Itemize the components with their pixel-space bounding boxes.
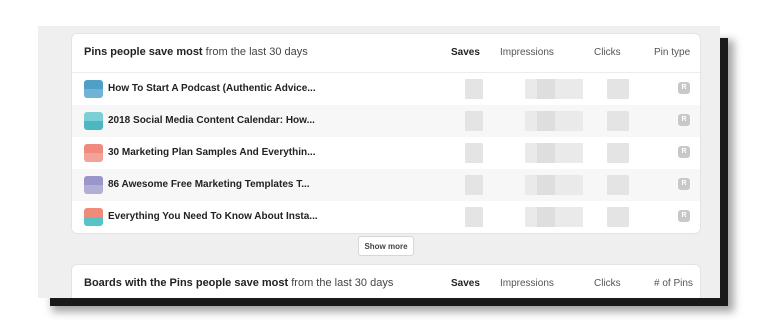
thumb-band-bottom (84, 185, 103, 194)
thumb-band-top (84, 80, 103, 89)
saves-value-redacted (465, 79, 483, 99)
column-saves[interactable]: Saves (451, 47, 480, 58)
saves-value-redacted (465, 143, 483, 163)
thumb-band-top (84, 144, 103, 153)
pin-title[interactable]: How To Start A Podcast (Authentic Advice… (108, 83, 316, 94)
pin-thumbnail (84, 112, 103, 130)
column-pins-count[interactable]: # of Pins (654, 278, 693, 289)
top-pins-card: Pins people save most from the last 30 d… (72, 34, 700, 233)
thumb-band-top (84, 208, 103, 217)
top-boards-card: Boards with the Pins people save most fr… (72, 265, 700, 298)
clicks-value-redacted (607, 207, 629, 227)
saves-value-redacted (465, 175, 483, 195)
top-boards-title: Boards with the Pins people save most fr… (84, 277, 393, 289)
thumb-band-bottom (84, 89, 103, 98)
pin-title[interactable]: 2018 Social Media Content Calendar: How.… (108, 115, 315, 126)
thumb-band-bottom (84, 217, 103, 226)
pin-thumbnail (84, 208, 103, 226)
impressions-value-redacted (525, 111, 583, 131)
thumb-band-bottom (84, 153, 103, 162)
pin-row[interactable]: Everything You Need To Know About Insta.… (72, 201, 700, 233)
column-pin-type[interactable]: Pin type (654, 47, 690, 58)
impressions-value-redacted (525, 175, 583, 195)
pin-title[interactable]: 30 Marketing Plan Samples And Everythin.… (108, 147, 315, 158)
pin-title[interactable]: 86 Awesome Free Marketing Templates T... (108, 179, 310, 190)
pin-type-badge: R (678, 210, 690, 222)
clicks-value-redacted (607, 111, 629, 131)
column-clicks[interactable]: Clicks (594, 278, 621, 289)
column-impressions[interactable]: Impressions (500, 278, 554, 289)
pin-type-badge: R (678, 146, 690, 158)
saves-value-redacted (465, 207, 483, 227)
column-clicks[interactable]: Clicks (594, 47, 621, 58)
top-pins-title-bold: Pins people save most (84, 46, 203, 58)
impressions-value-redacted (525, 143, 583, 163)
pin-row[interactable]: 86 Awesome Free Marketing Templates T...… (72, 169, 700, 201)
clicks-value-redacted (607, 79, 629, 99)
pin-type-badge: R (678, 82, 690, 94)
thumb-band-top (84, 112, 103, 121)
pin-row[interactable]: How To Start A Podcast (Authentic Advice… (72, 73, 700, 105)
thumb-band-bottom (84, 121, 103, 130)
pin-row[interactable]: 2018 Social Media Content Calendar: How.… (72, 105, 700, 137)
analytics-page: Pins people save most from the last 30 d… (38, 26, 720, 298)
pin-thumbnail (84, 80, 103, 98)
clicks-value-redacted (607, 143, 629, 163)
column-impressions[interactable]: Impressions (500, 47, 554, 58)
top-boards-title-bold: Boards with the Pins people save most (84, 277, 289, 289)
top-pins-title: Pins people save most from the last 30 d… (84, 46, 308, 58)
top-boards-title-rest: from the last 30 days (288, 277, 394, 289)
show-more-button[interactable]: Show more (358, 236, 414, 256)
pin-thumbnail (84, 176, 103, 194)
thumb-band-top (84, 176, 103, 185)
impressions-value-redacted (525, 207, 583, 227)
top-pins-header: Pins people save most from the last 30 d… (72, 34, 700, 73)
pin-thumbnail (84, 144, 103, 162)
pin-type-badge: R (678, 178, 690, 190)
saves-value-redacted (465, 111, 483, 131)
pin-title[interactable]: Everything You Need To Know About Insta.… (108, 211, 318, 222)
pin-row[interactable]: 30 Marketing Plan Samples And Everythin.… (72, 137, 700, 169)
pin-type-badge: R (678, 114, 690, 126)
column-saves[interactable]: Saves (451, 278, 480, 289)
top-pins-title-rest: from the last 30 days (202, 46, 308, 58)
clicks-value-redacted (607, 175, 629, 195)
impressions-value-redacted (525, 79, 583, 99)
top-boards-header: Boards with the Pins people save most fr… (72, 265, 700, 298)
